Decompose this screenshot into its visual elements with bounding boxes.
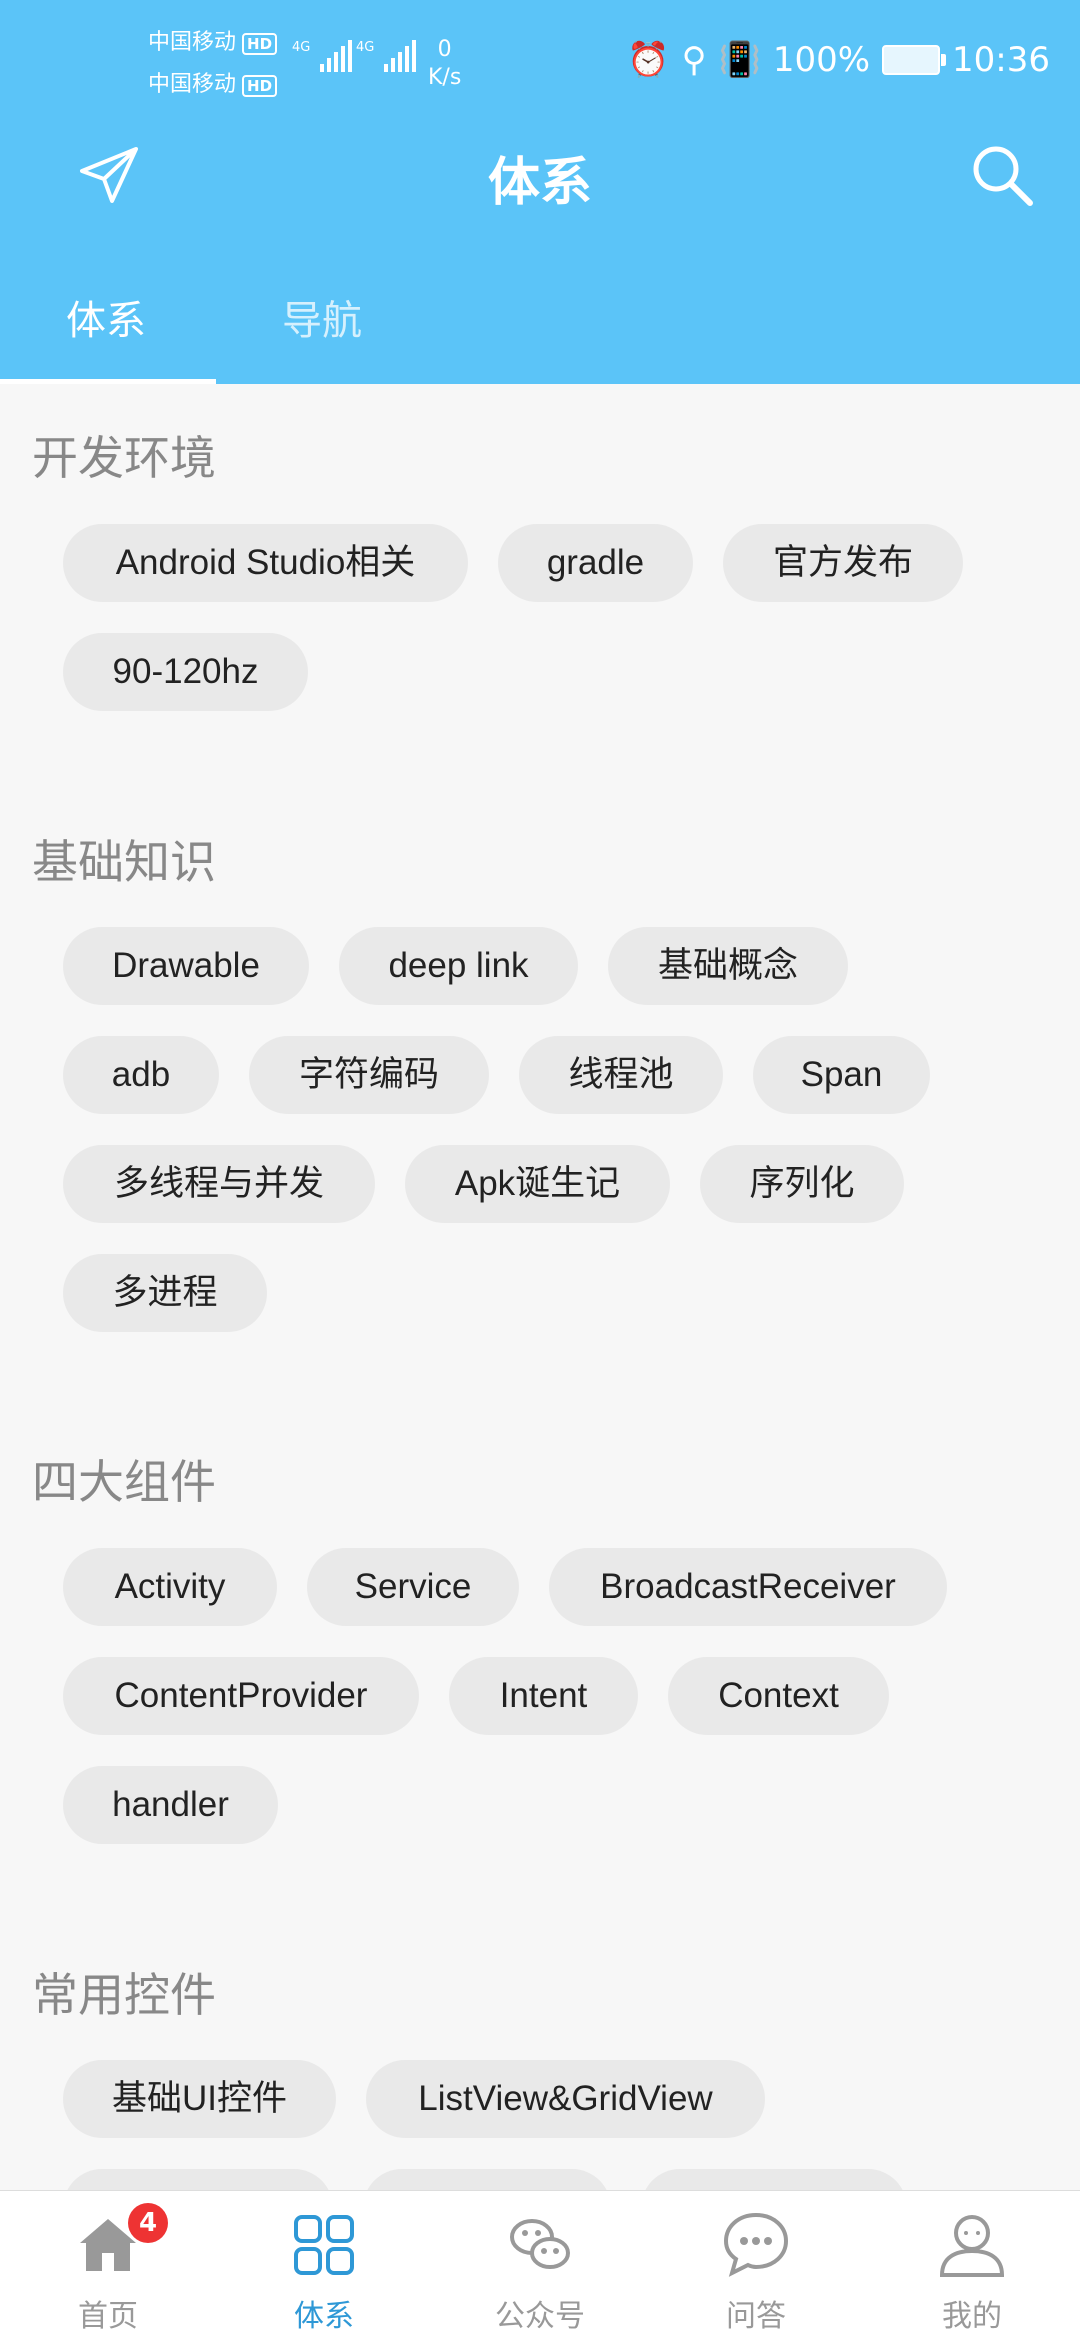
app-header: 中国移动 HD 中国移动 HD 4G 4G 0 K/s ⏰ ⚲ 📳 100% 10:… <box>0 0 1080 384</box>
chip[interactable]: Context <box>668 1657 889 1735</box>
nav-label: 问答 <box>726 2299 786 2334</box>
chip[interactable]: 基础概念 <box>608 927 848 1005</box>
signal-icon-2: 4G <box>356 40 419 72</box>
carrier-2: 中国移动 HD <box>148 66 278 98</box>
nav-label: 公众号 <box>495 2299 585 2334</box>
alarm-icon: ⏰ <box>627 40 670 80</box>
chip[interactable]: gradle <box>498 524 693 602</box>
network-speed: 0 K/s <box>428 36 461 92</box>
chip[interactable]: 多进程 <box>63 1254 267 1332</box>
nav-label: 我的 <box>942 2299 1002 2334</box>
chip[interactable]: 多线程与并发 <box>63 1145 375 1223</box>
tab-system[interactable]: 体系 <box>66 288 146 346</box>
nav-item-home[interactable]: 4 首页 <box>0 2191 216 2341</box>
chip[interactable]: Service <box>307 1548 519 1626</box>
chip[interactable]: 线程池 <box>519 1036 723 1114</box>
signal-icon-1: 4G <box>292 40 355 72</box>
chip[interactable]: 基础UI控件 <box>63 2060 336 2138</box>
person-icon <box>939 2215 1005 2277</box>
chip[interactable]: 官方发布 <box>723 524 963 602</box>
chip[interactable]: adb <box>63 1036 219 1114</box>
chip-partial[interactable] <box>63 2169 333 2190</box>
chip[interactable]: ContentProvider <box>63 1657 419 1735</box>
tab-bar: 体系 导航 <box>0 270 1080 384</box>
section-title: 开发环境 <box>32 431 216 485</box>
chip[interactable]: 90-120hz <box>63 633 308 711</box>
chip-partial[interactable] <box>363 2169 611 2190</box>
hd-badge-2: HD <box>242 75 278 97</box>
chip[interactable]: 字符编码 <box>249 1036 489 1114</box>
location-icon: ⚲ <box>681 40 707 80</box>
bottom-navigation: 4 首页 体系 公众号 问答 我的 <box>0 2190 1080 2341</box>
chip[interactable]: Intent <box>449 1657 638 1735</box>
speed-value: 0 <box>437 37 452 62</box>
carrier-1: 中国移动 HD <box>148 24 278 56</box>
speed-unit: K/s <box>428 65 462 90</box>
section-title: 四大组件 <box>32 1455 216 1509</box>
wechat-icon <box>510 2219 570 2269</box>
tab-navigation[interactable]: 导航 <box>282 288 362 346</box>
chat-bubble-icon <box>723 2212 789 2277</box>
status-right: ⏰ ⚲ 📳 100% 10:36 <box>627 40 1050 80</box>
chip[interactable]: Apk诞生记 <box>405 1145 670 1223</box>
clock: 10:36 <box>952 40 1050 80</box>
status-bar: 中国移动 HD 中国移动 HD 4G 4G 0 K/s ⏰ ⚲ 📳 100% 10:… <box>0 0 1080 128</box>
chip[interactable]: BroadcastReceiver <box>549 1548 947 1626</box>
carrier-1-label: 中国移动 <box>148 30 237 55</box>
chip[interactable]: Activity <box>63 1548 277 1626</box>
system-tree-list: 开发环境 Android Studio相关 gradle 官方发布 90-120… <box>0 384 1080 2190</box>
chip[interactable]: 序列化 <box>700 1145 904 1223</box>
chip[interactable]: Span <box>753 1036 930 1114</box>
nav-item-mine[interactable]: 我的 <box>864 2191 1080 2341</box>
chip[interactable]: deep link <box>339 927 578 1005</box>
section-title: 常用控件 <box>32 1968 216 2022</box>
section-title: 基础知识 <box>32 835 216 889</box>
grid-icon <box>294 2215 354 2275</box>
nav-label: 首页 <box>78 2299 138 2334</box>
notification-badge: 4 <box>128 2203 168 2243</box>
carrier-2-label: 中国移动 <box>148 72 237 97</box>
nav-item-wechat[interactable]: 公众号 <box>432 2191 648 2341</box>
search-icon[interactable] <box>970 143 1034 207</box>
battery-icon <box>882 45 947 75</box>
nav-label: 体系 <box>294 2299 354 2334</box>
vibrate-icon: 📳 <box>718 40 761 80</box>
chip[interactable]: ListView&GridView <box>366 2060 765 2138</box>
chip-partial[interactable] <box>641 2169 907 2190</box>
battery-percent: 100% <box>772 40 871 80</box>
chip[interactable]: handler <box>63 1766 278 1844</box>
hd-badge-1: HD <box>242 33 278 55</box>
chip[interactable]: Android Studio相关 <box>63 524 468 602</box>
network-type-2: 4G <box>356 40 375 55</box>
nav-item-qa[interactable]: 问答 <box>648 2191 864 2341</box>
nav-item-system[interactable]: 体系 <box>216 2191 432 2341</box>
page-title: 体系 <box>487 153 592 213</box>
network-type-1: 4G <box>292 40 311 55</box>
chip[interactable]: Drawable <box>63 927 309 1005</box>
